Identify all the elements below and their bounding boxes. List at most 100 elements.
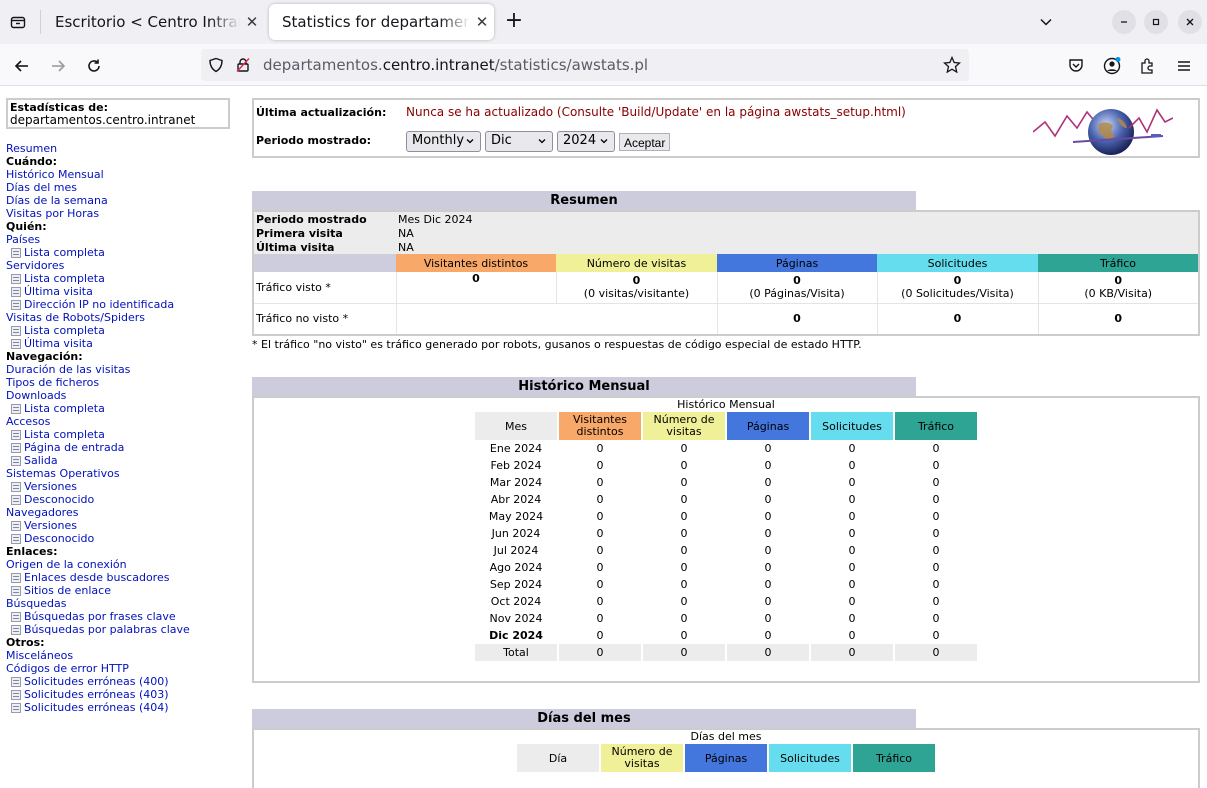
shield-icon[interactable] bbox=[207, 56, 225, 74]
menu-sublink[interactable]: Solicitudes erróneas (403) bbox=[24, 688, 169, 701]
extensions-puzzle-icon[interactable] bbox=[1134, 52, 1162, 80]
menu-link[interactable]: Visitas por Horas bbox=[6, 207, 99, 220]
menu-sublink[interactable]: Última visita bbox=[24, 285, 93, 298]
chevron-down-icon bbox=[465, 135, 475, 150]
page-content: Estadísticas de: departamentos.centro.in… bbox=[0, 87, 1207, 788]
menu-sublink[interactable]: Lista completa bbox=[24, 402, 105, 415]
menu-item: Días de la semana bbox=[6, 194, 230, 207]
list-icon bbox=[11, 403, 21, 414]
menu-link[interactable]: Misceláneos bbox=[6, 649, 73, 662]
maximize-icon[interactable] bbox=[1144, 10, 1168, 34]
forward-arrow-icon[interactable] bbox=[44, 52, 72, 80]
value-cell: 0 bbox=[680, 510, 688, 523]
url-text[interactable]: departamentos.centro.intranet/statistics… bbox=[263, 56, 648, 74]
table-row: Mar 2024 0 0 0 0 0 bbox=[475, 474, 977, 491]
tab-separator bbox=[40, 10, 41, 34]
insecure-lock-icon[interactable] bbox=[234, 56, 252, 74]
menu-link[interactable]: Navegadores bbox=[6, 506, 78, 519]
menu-sublink[interactable]: Lista completa bbox=[24, 324, 105, 337]
menu-link[interactable]: Resumen bbox=[6, 142, 57, 155]
menu-link[interactable]: Visitas de Robots/Spiders bbox=[6, 311, 145, 324]
menu-sublink[interactable]: Búsquedas por frases clave bbox=[24, 610, 176, 623]
menu-sublink[interactable]: Dirección IP no identificada bbox=[24, 298, 174, 311]
hamburger-menu-icon[interactable] bbox=[1170, 52, 1198, 80]
menu-sublink[interactable]: Última visita bbox=[24, 337, 93, 350]
menu-sublink[interactable]: Búsquedas por palabras clave bbox=[24, 623, 190, 636]
menu-sublink[interactable]: Desconocido bbox=[24, 493, 94, 506]
list-icon bbox=[11, 533, 21, 544]
month-cell: Sep 2024 bbox=[489, 578, 543, 591]
menu-link[interactable]: Downloads bbox=[6, 389, 66, 402]
col-visits: Número de visitas bbox=[643, 412, 725, 440]
address-bar[interactable]: departamentos.centro.intranet/statistics… bbox=[201, 49, 969, 81]
menu-link[interactable]: Accesos bbox=[6, 415, 50, 428]
menu-link[interactable]: Países bbox=[6, 233, 40, 246]
last-visit-label: Última visita bbox=[256, 240, 335, 254]
col-month: Mes bbox=[475, 412, 557, 440]
back-arrow-icon[interactable] bbox=[8, 52, 36, 80]
menu-link[interactable]: Sistemas Operativos bbox=[6, 467, 120, 480]
menu-link[interactable]: Días del mes bbox=[6, 181, 77, 194]
menu-sublink[interactable]: Enlaces desde buscadores bbox=[24, 571, 169, 584]
seen-visits-sub: (0 visitas/visitante) bbox=[583, 287, 690, 301]
menu-sublink[interactable]: Versiones bbox=[24, 480, 77, 493]
menu-link[interactable]: Tipos de ficheros bbox=[6, 376, 99, 389]
accept-button[interactable]: Aceptar bbox=[619, 133, 671, 151]
new-tab-plus-icon[interactable]: + bbox=[502, 10, 526, 34]
menu-subitem: Sitios de enlace bbox=[6, 584, 230, 597]
menu-sublink[interactable]: Lista completa bbox=[24, 428, 105, 441]
period-type-select[interactable]: Monthly bbox=[406, 131, 481, 152]
awstats-logo[interactable] bbox=[1033, 102, 1173, 156]
value-cell: 0 bbox=[932, 544, 940, 557]
window-close-icon[interactable] bbox=[1178, 10, 1202, 34]
tab-escritorio[interactable]: Escritorio < Centro Intranet ✕ bbox=[42, 4, 264, 40]
tab-list-icon[interactable] bbox=[6, 10, 30, 34]
year-select[interactable]: 2024 bbox=[557, 131, 615, 152]
menu-sublink[interactable]: Solicitudes erróneas (400) bbox=[24, 675, 169, 688]
reload-icon[interactable] bbox=[80, 52, 108, 80]
value-cell: 0 bbox=[680, 442, 688, 455]
month-cell: Jun 2024 bbox=[491, 527, 541, 540]
table-row: Jun 2024 0 0 0 0 0 bbox=[475, 525, 977, 542]
menu-link[interactable]: Días de la semana bbox=[6, 194, 108, 207]
menu-sublink[interactable]: Página de entrada bbox=[24, 441, 124, 454]
menu-sublink[interactable]: Sitios de enlace bbox=[24, 584, 111, 597]
account-icon[interactable] bbox=[1098, 52, 1126, 80]
value-cell: 0 bbox=[932, 629, 940, 642]
menu-sublink[interactable]: Salida bbox=[24, 454, 58, 467]
menu-link[interactable]: Búsquedas bbox=[6, 597, 66, 610]
menu-link[interactable]: Servidores bbox=[6, 259, 64, 272]
menu-link[interactable]: Duración de las visitas bbox=[6, 363, 130, 376]
menu-item: Origen de la conexión bbox=[6, 558, 230, 571]
menu-item: Visitas por Horas bbox=[6, 207, 230, 220]
menu-sublink[interactable]: Versiones bbox=[24, 519, 77, 532]
total-cell: 0 bbox=[559, 644, 641, 661]
menu-item: Downloads bbox=[6, 389, 230, 402]
month-cell: Nov 2024 bbox=[489, 612, 543, 625]
bookmark-star-icon[interactable] bbox=[943, 56, 961, 74]
value-cell: 0 bbox=[848, 442, 856, 455]
menu-sublink[interactable]: Desconocido bbox=[24, 532, 94, 545]
minimize-icon[interactable] bbox=[1112, 10, 1136, 34]
value-cell: 0 bbox=[932, 459, 940, 472]
month-select[interactable]: Dic bbox=[485, 131, 553, 152]
menu-link[interactable]: Origen de la conexión bbox=[6, 558, 127, 571]
value-cell: 0 bbox=[764, 527, 772, 540]
list-icon bbox=[11, 702, 21, 713]
menu-sublink[interactable]: Lista completa bbox=[24, 246, 105, 259]
pocket-icon[interactable] bbox=[1062, 52, 1090, 80]
menu-sublink[interactable]: Lista completa bbox=[24, 272, 105, 285]
close-icon[interactable]: ✕ bbox=[470, 13, 494, 31]
seen-pages-sub: (0 Páginas/Visita) bbox=[749, 287, 845, 301]
chevron-down-icon[interactable] bbox=[1034, 10, 1058, 34]
value-cell: 0 bbox=[764, 493, 772, 506]
menu-link[interactable]: Histórico Mensual bbox=[6, 168, 104, 181]
menu-sublink[interactable]: Solicitudes erróneas (404) bbox=[24, 701, 169, 714]
historico-table: Mes Visitantes distintos Número de visit… bbox=[473, 412, 979, 661]
value-cell: 0 bbox=[680, 493, 688, 506]
seen-bw-cell: 0 (0 KB/Visita) bbox=[1037, 272, 1198, 303]
menu-link[interactable]: Códigos de error HTTP bbox=[6, 662, 129, 675]
close-icon[interactable]: ✕ bbox=[240, 13, 264, 31]
table-row: Tráfico no visto * 0 0 0 bbox=[254, 303, 1198, 334]
tab-statistics[interactable]: Statistics for departamentos.centro.intr… bbox=[269, 4, 494, 40]
